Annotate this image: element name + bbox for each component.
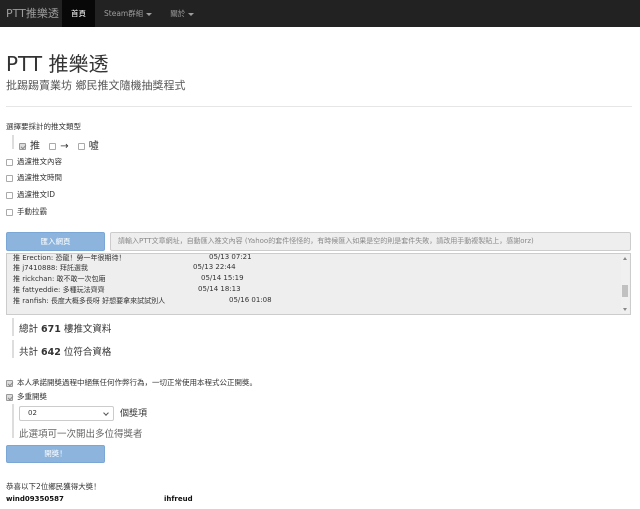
push-line: 推 ranfish: 長度大概多長呀 好想要拿來試試別人 05/16 01:08 bbox=[13, 296, 272, 306]
push-type-group: 推 → 噓 bbox=[19, 137, 99, 152]
filter-content-checkbox[interactable] bbox=[6, 158, 13, 166]
prize-hint: 此選項可一次開出多位得獎者 bbox=[19, 429, 143, 440]
chevron-down-icon bbox=[103, 410, 109, 416]
push-line-text: 推 fattyeddie: 多種玩法齊齊 bbox=[13, 286, 105, 294]
push-line-time: 05/16 01:08 bbox=[229, 296, 272, 304]
prize-unit-label: 個獎項 bbox=[120, 409, 148, 419]
total-suffix: 樓推文資料 bbox=[63, 324, 112, 335]
option-manual-paste[interactable]: 手動拉霸 bbox=[6, 206, 47, 217]
push-line: 推 rickchan: 敢不敢一次包廂 05/14 15:19 bbox=[13, 274, 244, 284]
total-prefix: 總計 bbox=[19, 324, 39, 335]
result-heading: 恭喜以下2位鄉民獲得大獎！ bbox=[6, 482, 101, 491]
boo-label: 噓 bbox=[88, 141, 99, 152]
total-bar bbox=[12, 318, 14, 336]
nav-steam-label: Steam群組 bbox=[104, 9, 144, 18]
push-line-text: 推 rickchan: 敢不敢一次包廂 bbox=[13, 275, 106, 283]
commitment-option[interactable]: 本人承諾開獎過程中絕無任何作弊行為，一切正常使用本程式公正開獎。 bbox=[6, 377, 257, 388]
nav-about-label: 關於 bbox=[170, 9, 186, 18]
push-line: 推 j7410888: 拜託選我 05/13 22:44 bbox=[13, 263, 236, 273]
multi-draw-checkbox[interactable] bbox=[6, 393, 13, 401]
divider bbox=[6, 106, 632, 107]
winner-name: wind09350587 bbox=[6, 495, 64, 503]
filter-id-label: 過濾推文ID bbox=[17, 190, 55, 199]
arrow-label: → bbox=[60, 141, 69, 152]
push-label: 推 bbox=[30, 141, 40, 152]
filter-time-checkbox[interactable] bbox=[6, 174, 13, 182]
nav-steam-dropdown[interactable]: Steam群組 bbox=[95, 0, 161, 27]
filter-time-label: 過濾推文時間 bbox=[17, 173, 62, 182]
page-subtitle: 批踢踢賣業坊 鄉民推文隨機抽獎程式 bbox=[6, 79, 186, 92]
nav-home[interactable]: 首頁 bbox=[62, 0, 95, 27]
eligible-prefix: 共計 bbox=[19, 347, 39, 358]
prize-count-select[interactable]: 02 bbox=[19, 406, 114, 421]
total-count: 671 bbox=[41, 324, 61, 335]
manual-paste-checkbox[interactable] bbox=[6, 208, 13, 216]
push-checkbox[interactable] bbox=[19, 142, 26, 150]
multi-draw-label: 多重開獎 bbox=[17, 392, 47, 401]
page-title: PTT 推樂透 bbox=[6, 52, 109, 76]
push-line: 推 Erection: 恐龍！勞一年很期待！ 05/13 07:21 bbox=[13, 254, 252, 263]
brand-link[interactable]: PTT推樂透 bbox=[0, 0, 62, 27]
push-line-text: 推 ranfish: 長度大概多長呀 好想要拿來試試別人 bbox=[13, 297, 166, 305]
eligible-count-text: 共計 642 位符合資格 bbox=[19, 344, 111, 358]
push-line-time: 05/13 07:21 bbox=[209, 253, 252, 261]
nav-about-dropdown[interactable]: 關於 bbox=[161, 0, 203, 27]
eligible-bar bbox=[12, 340, 14, 358]
push-content-textarea[interactable]: 推 Erection: 恐龍！勞一年很期待！ 05/13 07:21 推 j741… bbox=[6, 253, 631, 315]
option-filter-time[interactable]: 過濾推文時間 bbox=[6, 172, 62, 183]
multi-draw-option[interactable]: 多重開獎 bbox=[6, 391, 47, 402]
navbar: PTT推樂透 首頁 Steam群組 關於 bbox=[0, 0, 640, 27]
boo-checkbox[interactable] bbox=[77, 142, 85, 150]
push-line-time: 05/14 15:19 bbox=[201, 274, 244, 282]
total-count-text: 總計 671 樓推文資料 bbox=[19, 321, 111, 335]
push-line-time: 05/14 18:13 bbox=[198, 285, 241, 293]
eligible-suffix: 位符合資格 bbox=[63, 347, 112, 358]
caret-down-icon bbox=[188, 12, 195, 16]
push-type-bar bbox=[12, 135, 14, 149]
ptt-url-input[interactable]: 請輸入PTT文章網址，自動匯入推文內容 (Yahoo的套件怪怪的，有時候匯入如果… bbox=[110, 232, 631, 251]
scroll-down-icon[interactable] bbox=[623, 308, 627, 311]
textarea-scrollbar[interactable] bbox=[621, 255, 629, 313]
push-line: 推 fattyeddie: 多種玩法齊齊 05/14 18:13 bbox=[13, 285, 241, 295]
draw-button[interactable]: 開獎！ bbox=[6, 445, 105, 463]
push-line-text: 推 j7410888: 拜託選我 bbox=[13, 264, 88, 272]
manual-paste-label: 手動拉霸 bbox=[17, 207, 47, 216]
commitment-checkbox[interactable] bbox=[6, 379, 13, 387]
winner-name: ihfreud bbox=[164, 495, 193, 503]
arrow-checkbox[interactable] bbox=[49, 142, 57, 150]
push-type-heading: 選擇要採計的推文類型 bbox=[6, 122, 81, 131]
import-webpage-button[interactable]: 匯入網頁 bbox=[6, 232, 105, 251]
prize-bar bbox=[12, 404, 14, 438]
filter-content-label: 過濾推文內容 bbox=[17, 157, 62, 166]
commitment-label: 本人承諾開獎過程中絕無任何作弊行為，一切正常使用本程式公正開獎。 bbox=[17, 378, 257, 387]
filter-id-checkbox[interactable] bbox=[6, 191, 13, 199]
push-line-text: 推 Erection: 恐龍！勞一年很期待！ bbox=[13, 254, 126, 262]
caret-down-icon bbox=[146, 12, 153, 16]
option-filter-id[interactable]: 過濾推文ID bbox=[6, 189, 55, 200]
push-line-time: 05/13 22:44 bbox=[193, 263, 236, 271]
eligible-count: 642 bbox=[41, 347, 61, 358]
scroll-thumb[interactable] bbox=[622, 285, 628, 297]
prize-count-value: 02 bbox=[28, 409, 37, 417]
option-filter-content[interactable]: 過濾推文內容 bbox=[6, 156, 62, 167]
scroll-up-icon[interactable] bbox=[623, 257, 627, 260]
